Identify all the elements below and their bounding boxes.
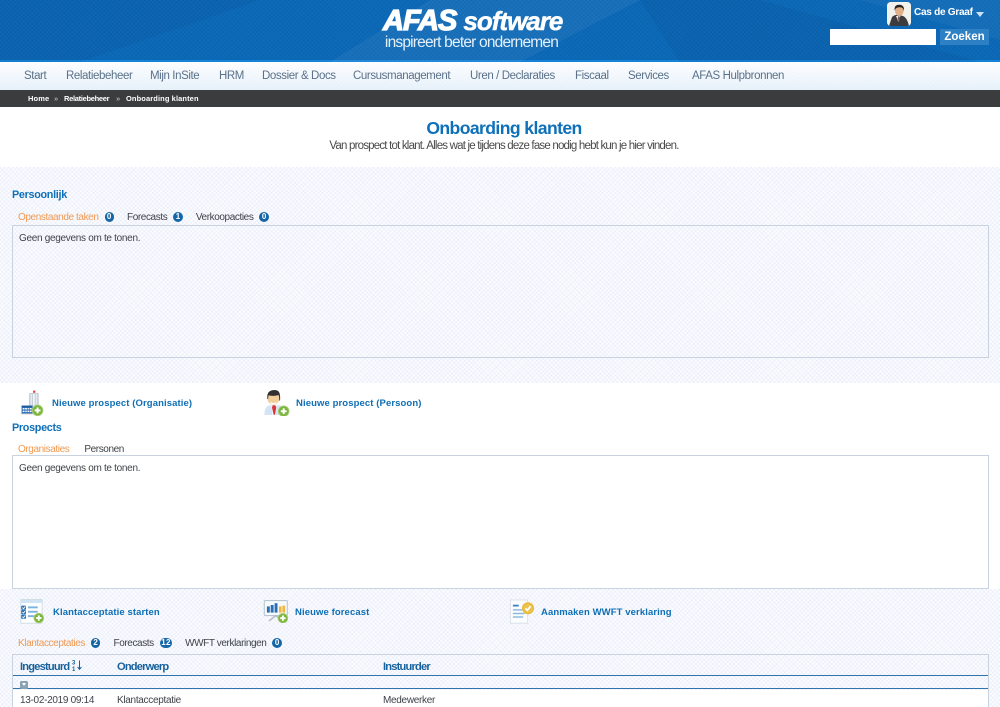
svg-text:3: 3	[72, 661, 76, 667]
svg-text:1: 1	[72, 667, 76, 672]
